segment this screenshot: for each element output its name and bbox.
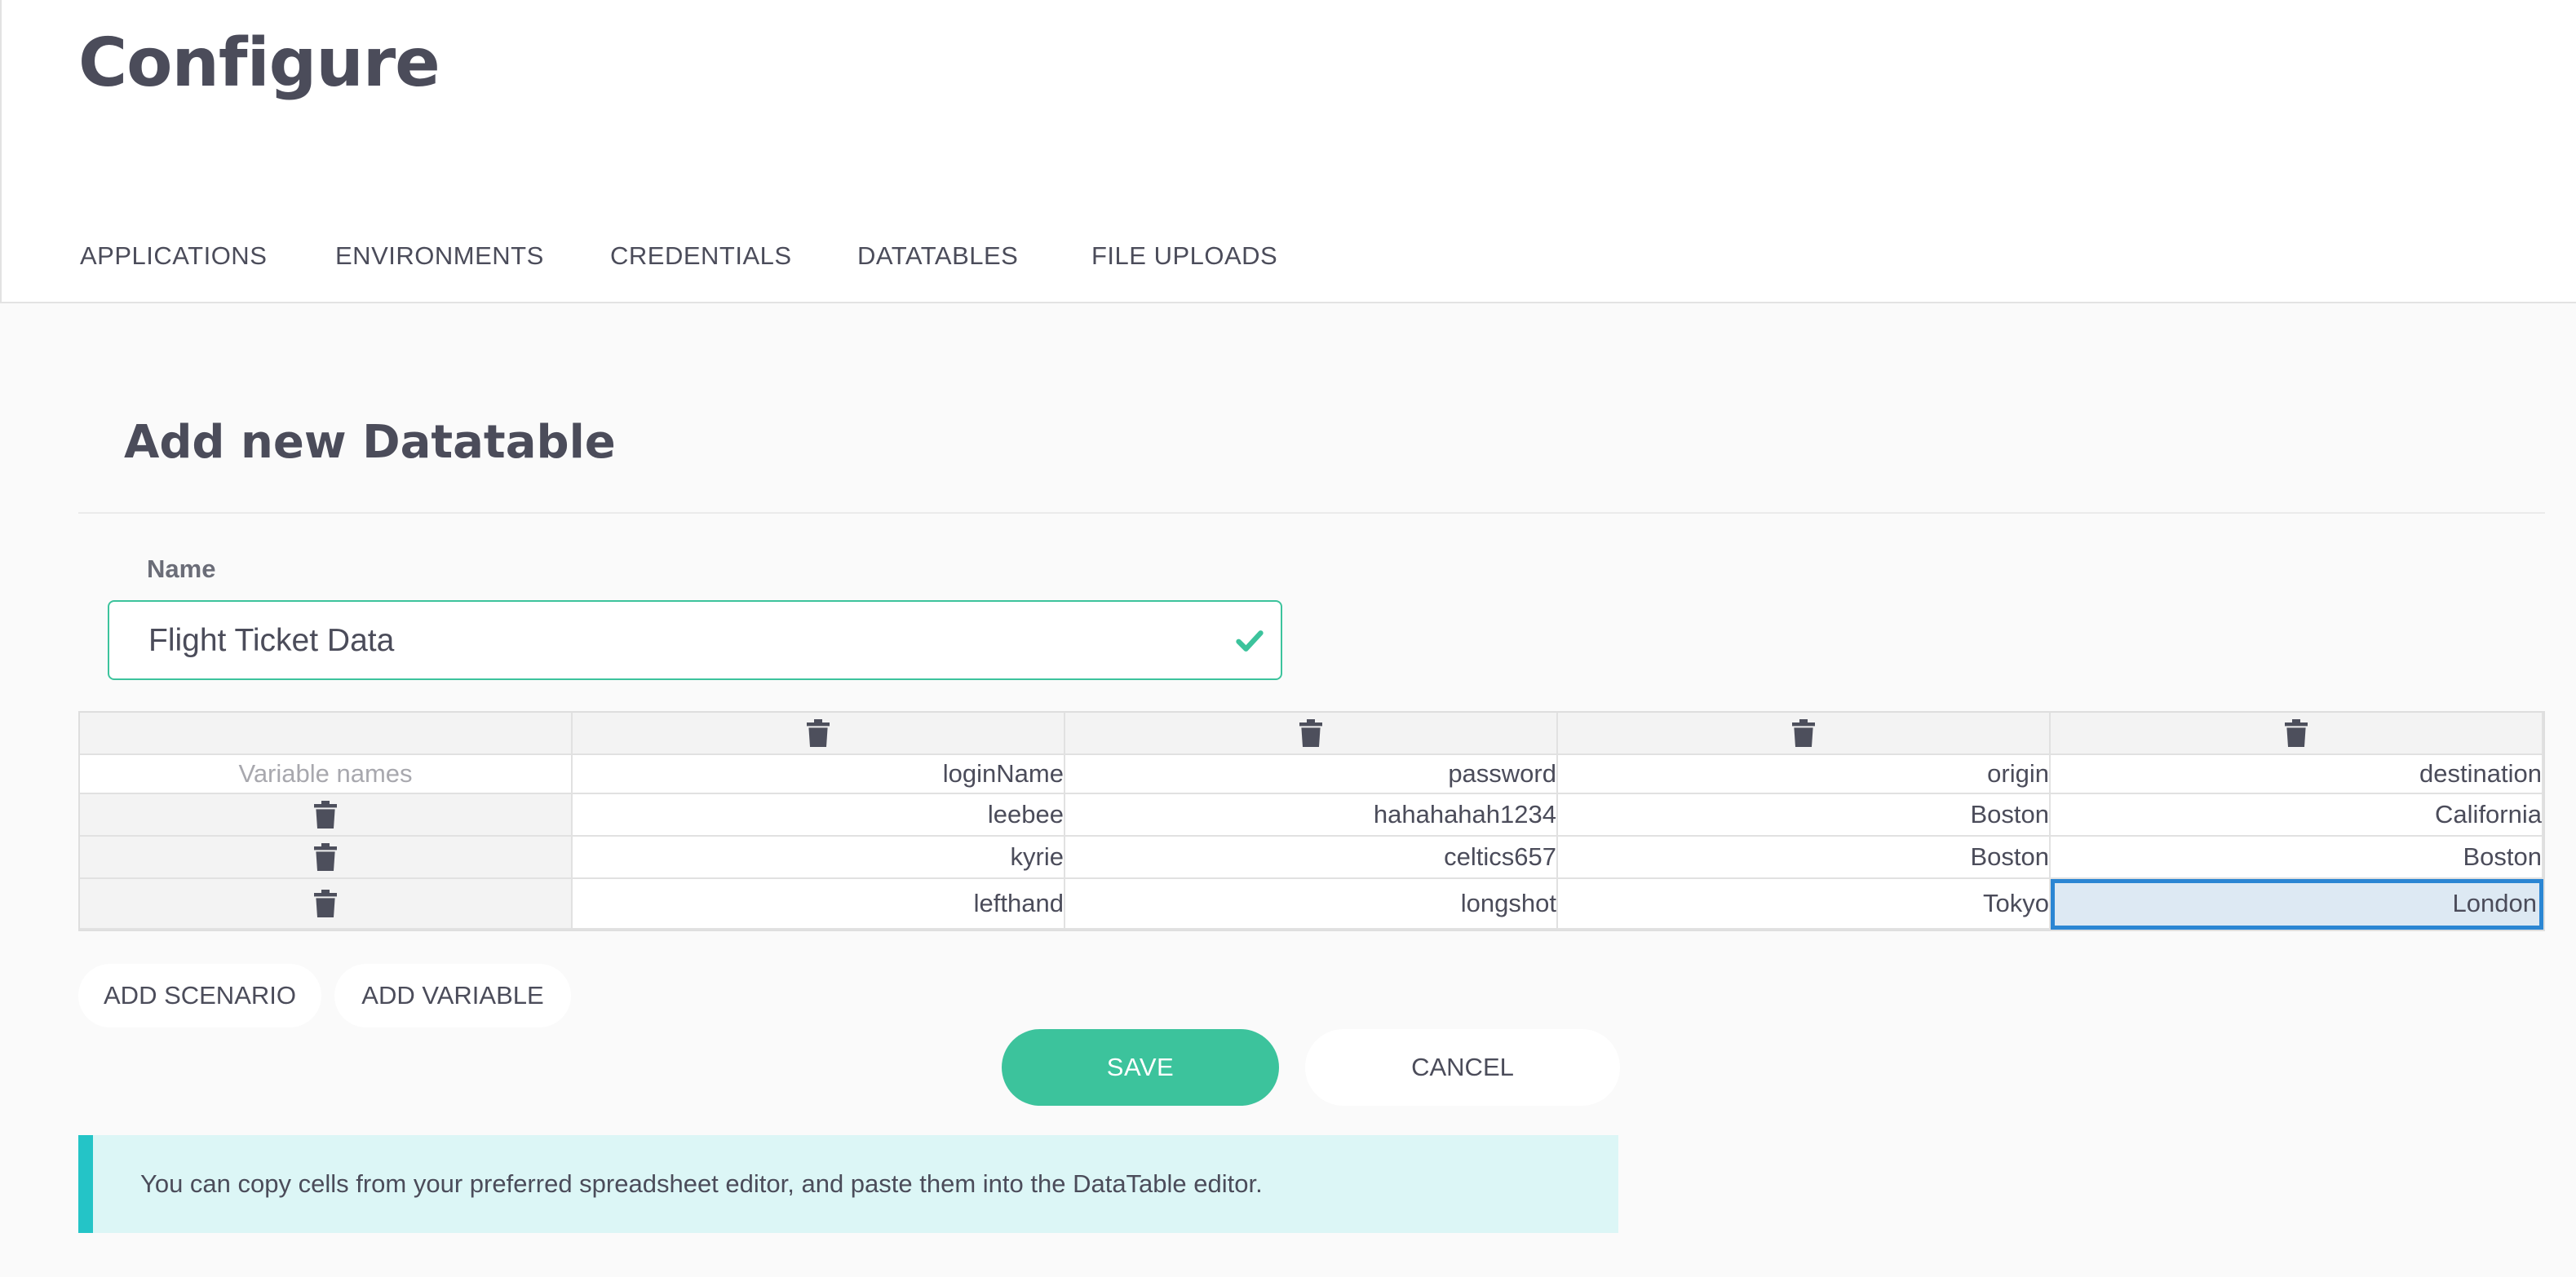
delete-column-button[interactable] xyxy=(2051,713,2543,755)
name-input[interactable]: Flight Ticket Data xyxy=(108,600,1282,680)
tab-credentials[interactable]: CREDENTIALS xyxy=(610,241,792,271)
delete-column-button[interactable] xyxy=(1558,713,2051,755)
tab-datatables[interactable]: DATATABLES xyxy=(857,241,1018,271)
trash-icon xyxy=(314,890,337,917)
variable-name-cell[interactable]: origin xyxy=(1558,755,2051,794)
info-banner: You can copy cells from your preferred s… xyxy=(78,1135,1618,1233)
trash-icon xyxy=(314,801,337,829)
save-button[interactable]: SAVE xyxy=(1002,1029,1279,1106)
delete-row-button[interactable] xyxy=(80,837,573,879)
trash-icon xyxy=(1299,719,1322,747)
data-cell[interactable]: hahahahah1234 xyxy=(1065,794,1558,837)
add-scenario-button[interactable]: ADD SCENARIO xyxy=(78,964,321,1027)
tab-environments[interactable]: ENVIRONMENTS xyxy=(335,241,544,271)
name-input-value: Flight Ticket Data xyxy=(148,623,395,658)
trash-icon xyxy=(2285,719,2308,747)
section-title: Add new Datatable xyxy=(124,416,616,469)
add-variable-button[interactable]: ADD VARIABLE xyxy=(334,964,571,1027)
data-cell[interactable]: lefthand xyxy=(573,879,1065,930)
info-message: You can copy cells from your preferred s… xyxy=(140,1169,1263,1198)
trash-icon xyxy=(314,843,337,871)
data-cell[interactable]: Tokyo xyxy=(1558,879,2051,930)
cancel-button[interactable]: CANCEL xyxy=(1305,1029,1620,1106)
variable-name-cell[interactable]: destination xyxy=(2051,755,2543,794)
grid-corner-cell xyxy=(80,713,573,755)
delete-row-button[interactable] xyxy=(80,879,573,930)
data-cell[interactable]: California xyxy=(2051,794,2543,837)
section-divider xyxy=(78,512,2545,514)
variable-names-label: Variable names xyxy=(80,755,573,794)
data-cell[interactable]: longshot xyxy=(1065,879,1558,930)
data-cell[interactable]: Boston xyxy=(1558,794,2051,837)
selected-data-cell[interactable]: London xyxy=(2051,879,2543,930)
trash-icon xyxy=(1792,719,1815,747)
delete-column-button[interactable] xyxy=(573,713,1065,755)
data-cell[interactable]: Boston xyxy=(1558,837,2051,879)
tab-file-uploads[interactable]: FILE UPLOADS xyxy=(1091,241,1277,271)
data-cell[interactable]: leebee xyxy=(573,794,1065,837)
variable-name-cell[interactable]: loginName xyxy=(573,755,1065,794)
trash-icon xyxy=(807,719,830,747)
datatable-grid: Variable names loginName password origin des… xyxy=(78,711,2545,931)
page-title: Configure xyxy=(78,24,440,102)
variable-name-cell[interactable]: password xyxy=(1065,755,1558,794)
tab-applications[interactable]: APPLICATIONS xyxy=(80,241,267,271)
header-area: Configure APPLICATIONS ENVIRONMENTS CRED… xyxy=(2,0,2576,303)
data-cell[interactable]: Boston xyxy=(2051,837,2543,879)
delete-column-button[interactable] xyxy=(1065,713,1558,755)
name-label: Name xyxy=(147,555,216,583)
data-cell[interactable]: kyrie xyxy=(573,837,1065,879)
data-cell[interactable]: celtics657 xyxy=(1065,837,1558,879)
check-icon xyxy=(1236,630,1264,652)
delete-row-button[interactable] xyxy=(80,794,573,837)
